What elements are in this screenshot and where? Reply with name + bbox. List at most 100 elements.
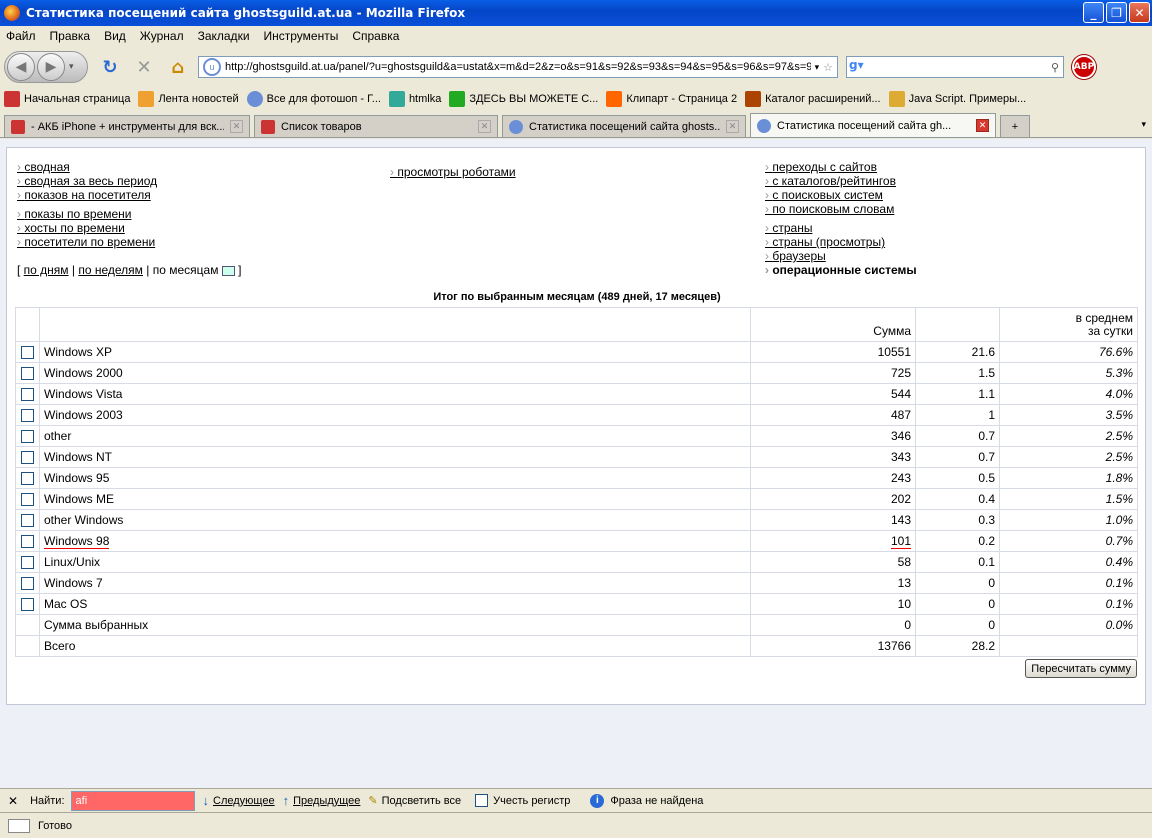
underlined-sum: 101 (890, 534, 911, 549)
link-views-per-visitor[interactable]: показов на посетителя (17, 188, 157, 202)
menu-edit[interactable]: Правка (50, 29, 91, 43)
tab-list-icon[interactable]: ▾ (1141, 120, 1146, 130)
close-window-button[interactable]: ✕ (1129, 2, 1150, 23)
tab-close-icon[interactable]: ✕ (230, 120, 243, 133)
table-row: other 346 0.7 2.5% (15, 425, 1138, 447)
row-checkbox[interactable] (21, 514, 34, 528)
new-tab-button[interactable]: + (1000, 115, 1030, 137)
bookmark-item[interactable]: Каталог расширений... (745, 91, 881, 107)
menu-file[interactable]: Файл (6, 29, 36, 43)
minimize-button[interactable]: _ (1083, 2, 1104, 23)
tab[interactable]: Статистика посещений сайта ghosts... ✕ (502, 115, 746, 137)
back-button[interactable]: ◀ (7, 53, 35, 81)
calendar-icon[interactable] (221, 265, 235, 276)
row-checkbox[interactable] (21, 598, 34, 612)
menu-help[interactable]: Справка (352, 29, 399, 43)
row-checkbox[interactable] (21, 556, 34, 570)
link-countries[interactable]: страны (765, 221, 917, 235)
row-checkbox[interactable] (21, 451, 34, 465)
menu-tools[interactable]: Инструменты (264, 29, 339, 43)
tab-favicon-icon (11, 119, 25, 134)
link-robot-views[interactable]: просмотры роботами (390, 165, 515, 179)
bookmark-item[interactable]: Начальная страница (4, 91, 130, 107)
row-checkbox[interactable] (21, 535, 34, 549)
row-checkbox[interactable] (21, 577, 34, 591)
link-referrers[interactable]: переходы с сайтов (765, 160, 917, 174)
tab-close-icon[interactable]: ✕ (478, 120, 491, 133)
tab-favicon-icon (261, 119, 275, 134)
period-by-weeks[interactable]: по неделям (78, 263, 143, 277)
bookmark-item[interactable]: htmlka (388, 91, 441, 107)
tab-active[interactable]: Статистика посещений сайта gh... ✕ (750, 113, 996, 137)
bookmark-icon (246, 91, 263, 107)
link-summary-all[interactable]: сводная за весь период (17, 174, 157, 188)
match-case-checkbox[interactable]: Учесть регистр (475, 794, 570, 807)
table-header-row: Сумма в среднем за сутки (15, 307, 1138, 342)
row-checkbox[interactable] (21, 493, 34, 507)
tab-close-icon[interactable]: ✕ (976, 119, 989, 132)
status-text: Готово (38, 819, 72, 832)
link-hosts-by-time[interactable]: хосты по времени (17, 221, 157, 235)
rss-feed-icon (138, 91, 155, 107)
tab-close-icon[interactable]: ✕ (726, 120, 739, 133)
url-bar[interactable]: u http://ghostsguild.at.ua/panel/?u=ghos… (198, 56, 838, 78)
menu-bar: Файл Правка Вид Журнал Закладки Инструме… (0, 26, 1152, 46)
table-row: other Windows 143 0.3 1.0% (15, 509, 1138, 531)
search-bar[interactable]: g▾ ⚲ (846, 56, 1064, 78)
home-button[interactable]: ⌂ (166, 55, 190, 79)
link-summary[interactable]: сводная (17, 160, 157, 174)
find-status: i Фраза не найдена (590, 793, 703, 808)
find-previous-button[interactable]: ↑ Предыдущее (283, 793, 361, 808)
url-text[interactable]: http://ghostsguild.at.ua/panel/?u=ghosts… (225, 61, 811, 73)
recalculate-sum-button[interactable]: Пересчитать сумму (1025, 659, 1137, 678)
row-checkbox[interactable] (21, 367, 34, 381)
bookmark-item[interactable]: Лента новостей (138, 91, 239, 107)
google-search-engine-icon[interactable]: g▾ (849, 58, 875, 76)
table-row-highlighted: Windows 98 101 0.2 0.7% (15, 530, 1138, 552)
table-row: Windows XP 10551 21.6 76.6% (15, 341, 1138, 363)
url-dropdown-icon[interactable]: ▾ (815, 62, 820, 73)
menu-bookmarks[interactable]: Закладки (198, 29, 250, 43)
history-dropdown-icon[interactable]: ▾ (69, 62, 74, 72)
link-catalogs[interactable]: с каталогов/рейтингов (765, 174, 917, 188)
findbar-close-icon[interactable]: ✕ (8, 794, 18, 808)
reload-button[interactable]: ↻ (98, 55, 122, 79)
link-search-words[interactable]: по поисковым словам (765, 202, 917, 216)
row-checkbox[interactable] (21, 346, 34, 360)
bookmark-item[interactable]: Клипарт - Страница 2 (606, 91, 737, 107)
bookmark-star-icon[interactable]: ☆ (823, 61, 833, 74)
menu-view[interactable]: Вид (104, 29, 126, 43)
link-browsers[interactable]: браузеры (765, 249, 917, 263)
bookmark-item[interactable]: Все для фотошоп - Г... (246, 91, 381, 107)
period-selector: [ по дням | по неделям | по месяцам ] (17, 263, 242, 277)
navigation-toolbar: ◀ ▶ ▾ ↻ ✕ ⌂ u http://ghostsguild.at.ua/p… (0, 46, 1152, 88)
tab[interactable]: Список товаров ✕ (254, 115, 498, 137)
bookmark-item[interactable]: ЗДЕСЬ ВЫ МОЖЕТЕ С... (449, 91, 598, 107)
highlight-all-button[interactable]: ✎ Подсветить все (368, 794, 461, 808)
row-checkbox[interactable] (21, 409, 34, 423)
forward-button[interactable]: ▶ (37, 53, 65, 81)
row-checkbox[interactable] (21, 472, 34, 486)
arrow-down-icon: ↓ (202, 793, 210, 808)
find-bar: ✕ Найти: ↓Следующее ↑Предыдущее ✎Подсвет… (0, 788, 1152, 812)
total-row: Всего 13766 28.2 (15, 635, 1138, 657)
find-input[interactable] (70, 790, 195, 811)
site-identity-icon[interactable]: u (203, 58, 221, 76)
bookmark-item[interactable]: Java Script. Примеры... (888, 91, 1026, 107)
restore-button[interactable]: ❐ (1106, 2, 1127, 23)
link-views-by-time[interactable]: показы по времени (17, 207, 157, 221)
link-visitors-by-time[interactable]: посетители по времени (17, 235, 157, 249)
tab[interactable]: - АКБ iPhone + инструменты для вск... ✕ (4, 115, 250, 137)
row-checkbox[interactable] (21, 430, 34, 444)
row-checkbox[interactable] (21, 388, 34, 402)
table-row: Mac OS 10 0 0.1% (15, 593, 1138, 615)
adblock-plus-icon[interactable]: ABP (1072, 55, 1096, 79)
search-magnifier-icon[interactable]: ⚲ (1051, 61, 1059, 74)
period-by-days[interactable]: по дням (24, 263, 69, 277)
stop-button[interactable]: ✕ (132, 55, 156, 79)
find-next-button[interactable]: ↓ Следующее (203, 793, 275, 808)
link-countries-views[interactable]: страны (просмотры) (765, 235, 917, 249)
menu-history[interactable]: Журнал (140, 29, 184, 43)
back-forward-group: ◀ ▶ ▾ (4, 51, 88, 83)
link-search-engines[interactable]: с поисковых систем (765, 188, 917, 202)
